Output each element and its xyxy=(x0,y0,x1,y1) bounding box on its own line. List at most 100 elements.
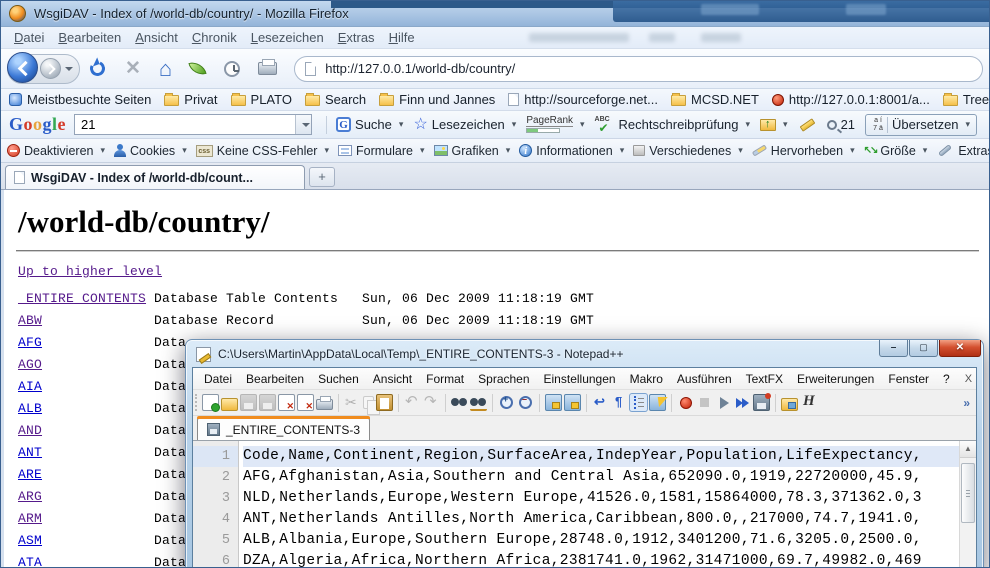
directory-link[interactable]: _ENTIRE_CONTENTS xyxy=(18,291,154,306)
copy-icon[interactable] xyxy=(363,396,374,409)
scrollbar-thumb[interactable] xyxy=(961,463,975,523)
notepad-menu-item[interactable]: ? xyxy=(936,370,957,388)
webdev-item[interactable]: Größe xyxy=(864,144,928,158)
webdev-item[interactable]: Deaktivieren xyxy=(7,144,105,158)
bookmark-item[interactable]: Privat xyxy=(164,92,217,107)
directory-link[interactable]: ATA xyxy=(18,555,154,568)
google-toolbar-item[interactable]: Übersetzen xyxy=(865,114,977,136)
menu-item-extras[interactable]: Extras xyxy=(331,28,382,47)
notepad-menu-item[interactable]: Fenster xyxy=(881,370,936,388)
bookmark-item[interactable]: Meistbesuchte Seiten xyxy=(9,92,151,107)
zoom-out-icon[interactable] xyxy=(517,394,534,411)
cut-icon[interactable] xyxy=(344,394,361,411)
indent-guide-icon[interactable] xyxy=(630,394,647,411)
google-search-dropdown[interactable] xyxy=(295,115,311,134)
word-wrap-icon[interactable] xyxy=(592,394,609,411)
google-toolbar-item[interactable] xyxy=(798,122,817,128)
history-dropdown-icon[interactable] xyxy=(65,67,73,75)
notepad-menu-item[interactable]: Datei xyxy=(197,370,239,388)
close-doc-icon[interactable] xyxy=(278,394,295,411)
directory-link[interactable]: ARG xyxy=(18,489,154,504)
notepad-menu-item[interactable]: Ausführen xyxy=(670,370,739,388)
scroll-up-button[interactable] xyxy=(960,441,976,458)
google-search-input[interactable] xyxy=(75,117,295,132)
menu-item-chronik[interactable]: Chronik xyxy=(185,28,244,47)
google-search-box[interactable] xyxy=(74,114,312,135)
notepad-menu-item[interactable]: Erweiterungen xyxy=(790,370,881,388)
directory-link[interactable]: AIA xyxy=(18,379,154,394)
bookmark-item[interactable]: Search xyxy=(305,92,366,107)
sync-vertical-icon[interactable] xyxy=(545,394,562,411)
macro-save-icon[interactable] xyxy=(753,394,770,411)
url-input[interactable] xyxy=(323,60,972,77)
notepad-menu-item[interactable]: Ansicht xyxy=(366,370,419,388)
webdev-item[interactable]: Hervorheben xyxy=(752,144,855,158)
bookmark-item[interactable]: Finn und Jannes xyxy=(379,92,495,107)
bookmark-item[interactable]: Tree Samples xyxy=(943,92,989,107)
directory-link[interactable]: ANT xyxy=(18,445,154,460)
save-all-icon[interactable] xyxy=(259,394,276,411)
zoom-in-icon[interactable] xyxy=(498,394,515,411)
directory-link[interactable]: ASM xyxy=(18,533,154,548)
notepad-menu-item[interactable]: Makro xyxy=(623,370,670,388)
open-folder-icon[interactable] xyxy=(221,398,238,411)
macro-record-icon[interactable] xyxy=(677,394,694,411)
google-toolbar-item[interactable]: Rechtschreibprüfung xyxy=(595,117,751,132)
directory-link[interactable]: AFG xyxy=(18,335,154,350)
bookmark-item[interactable]: http://127.0.0.1:8001/a... xyxy=(772,92,930,107)
home-button[interactable] xyxy=(159,58,172,80)
webdev-item[interactable]: Informationen xyxy=(519,144,624,158)
notepad-menu-item[interactable]: Suchen xyxy=(311,370,366,388)
redo-icon[interactable] xyxy=(423,394,440,411)
forward-button[interactable] xyxy=(40,58,61,79)
menu-item-bearbeiten[interactable]: Bearbeiten xyxy=(51,28,128,47)
notepad-menu-item[interactable]: Sprachen xyxy=(471,370,536,388)
google-toolbar-item[interactable]: Suche xyxy=(336,117,403,132)
show-all-characters-icon[interactable] xyxy=(611,394,628,411)
notepad-menu-item[interactable]: Bearbeiten xyxy=(239,370,311,388)
macro-play-icon[interactable] xyxy=(715,394,732,411)
directory-link[interactable]: ARM xyxy=(18,511,154,526)
firefox-titlebar[interactable]: WsgiDAV - Index of /world-db/country/ - … xyxy=(1,1,989,27)
html-preview-icon[interactable] xyxy=(800,394,817,411)
editor-text[interactable]: Code,Name,Continent,Region,SurfaceArea,I… xyxy=(239,441,976,567)
webdev-item[interactable]: Verschiedenes xyxy=(633,144,743,158)
notepad-tab[interactable]: _ENTIRE_CONTENTS-3 xyxy=(197,418,370,440)
close-document-icon[interactable]: X xyxy=(957,373,977,385)
bookmark-item[interactable]: MCSD.NET xyxy=(671,92,759,107)
close-button[interactable] xyxy=(939,340,981,357)
close-all-docs-icon[interactable] xyxy=(297,394,314,411)
function-completion-icon[interactable] xyxy=(649,394,666,411)
menu-item-hilfe[interactable]: Hilfe xyxy=(382,28,422,47)
tab-wsgidav[interactable]: WsgiDAV - Index of /world-db/count... xyxy=(5,165,305,189)
webdev-item[interactable]: Extras xyxy=(936,144,989,158)
sync-horizontal-icon[interactable] xyxy=(564,394,581,411)
bookmark-item[interactable]: http://sourceforge.net... xyxy=(508,92,658,107)
google-toolbar-item[interactable]: 21 xyxy=(827,117,855,132)
feed-leaf-button[interactable] xyxy=(189,59,207,77)
print-button[interactable] xyxy=(258,62,277,75)
notepad-menu-item[interactable]: Format xyxy=(419,370,471,388)
macro-run-multiple-icon[interactable] xyxy=(734,394,751,411)
directory-link[interactable]: ALB xyxy=(18,401,154,416)
notepad-menu-item[interactable]: Einstellungen xyxy=(537,370,623,388)
macro-stop-icon[interactable] xyxy=(696,394,713,411)
replace-icon[interactable] xyxy=(470,394,487,411)
paste-icon[interactable] xyxy=(376,394,393,411)
google-toolbar-item[interactable]: Lesezeichen xyxy=(413,117,516,133)
history-clock-button[interactable] xyxy=(224,61,240,77)
reload-button[interactable] xyxy=(88,59,107,78)
webdev-item[interactable]: Grafiken xyxy=(434,144,511,158)
back-button[interactable] xyxy=(7,52,38,83)
find-icon[interactable] xyxy=(451,394,468,411)
webdev-item[interactable]: Formulare xyxy=(338,144,425,158)
restore-button[interactable] xyxy=(909,340,938,357)
directory-link[interactable]: AGO xyxy=(18,357,154,372)
directory-link[interactable]: AND xyxy=(18,423,154,438)
undo-icon[interactable] xyxy=(404,394,421,411)
project-folder-icon[interactable] xyxy=(781,398,798,411)
google-toolbar-item[interactable] xyxy=(760,119,788,131)
menu-item-lesezeichen[interactable]: Lesezeichen xyxy=(244,28,331,47)
menu-item-datei[interactable]: Datei xyxy=(7,28,51,47)
minimize-button[interactable] xyxy=(879,340,908,357)
